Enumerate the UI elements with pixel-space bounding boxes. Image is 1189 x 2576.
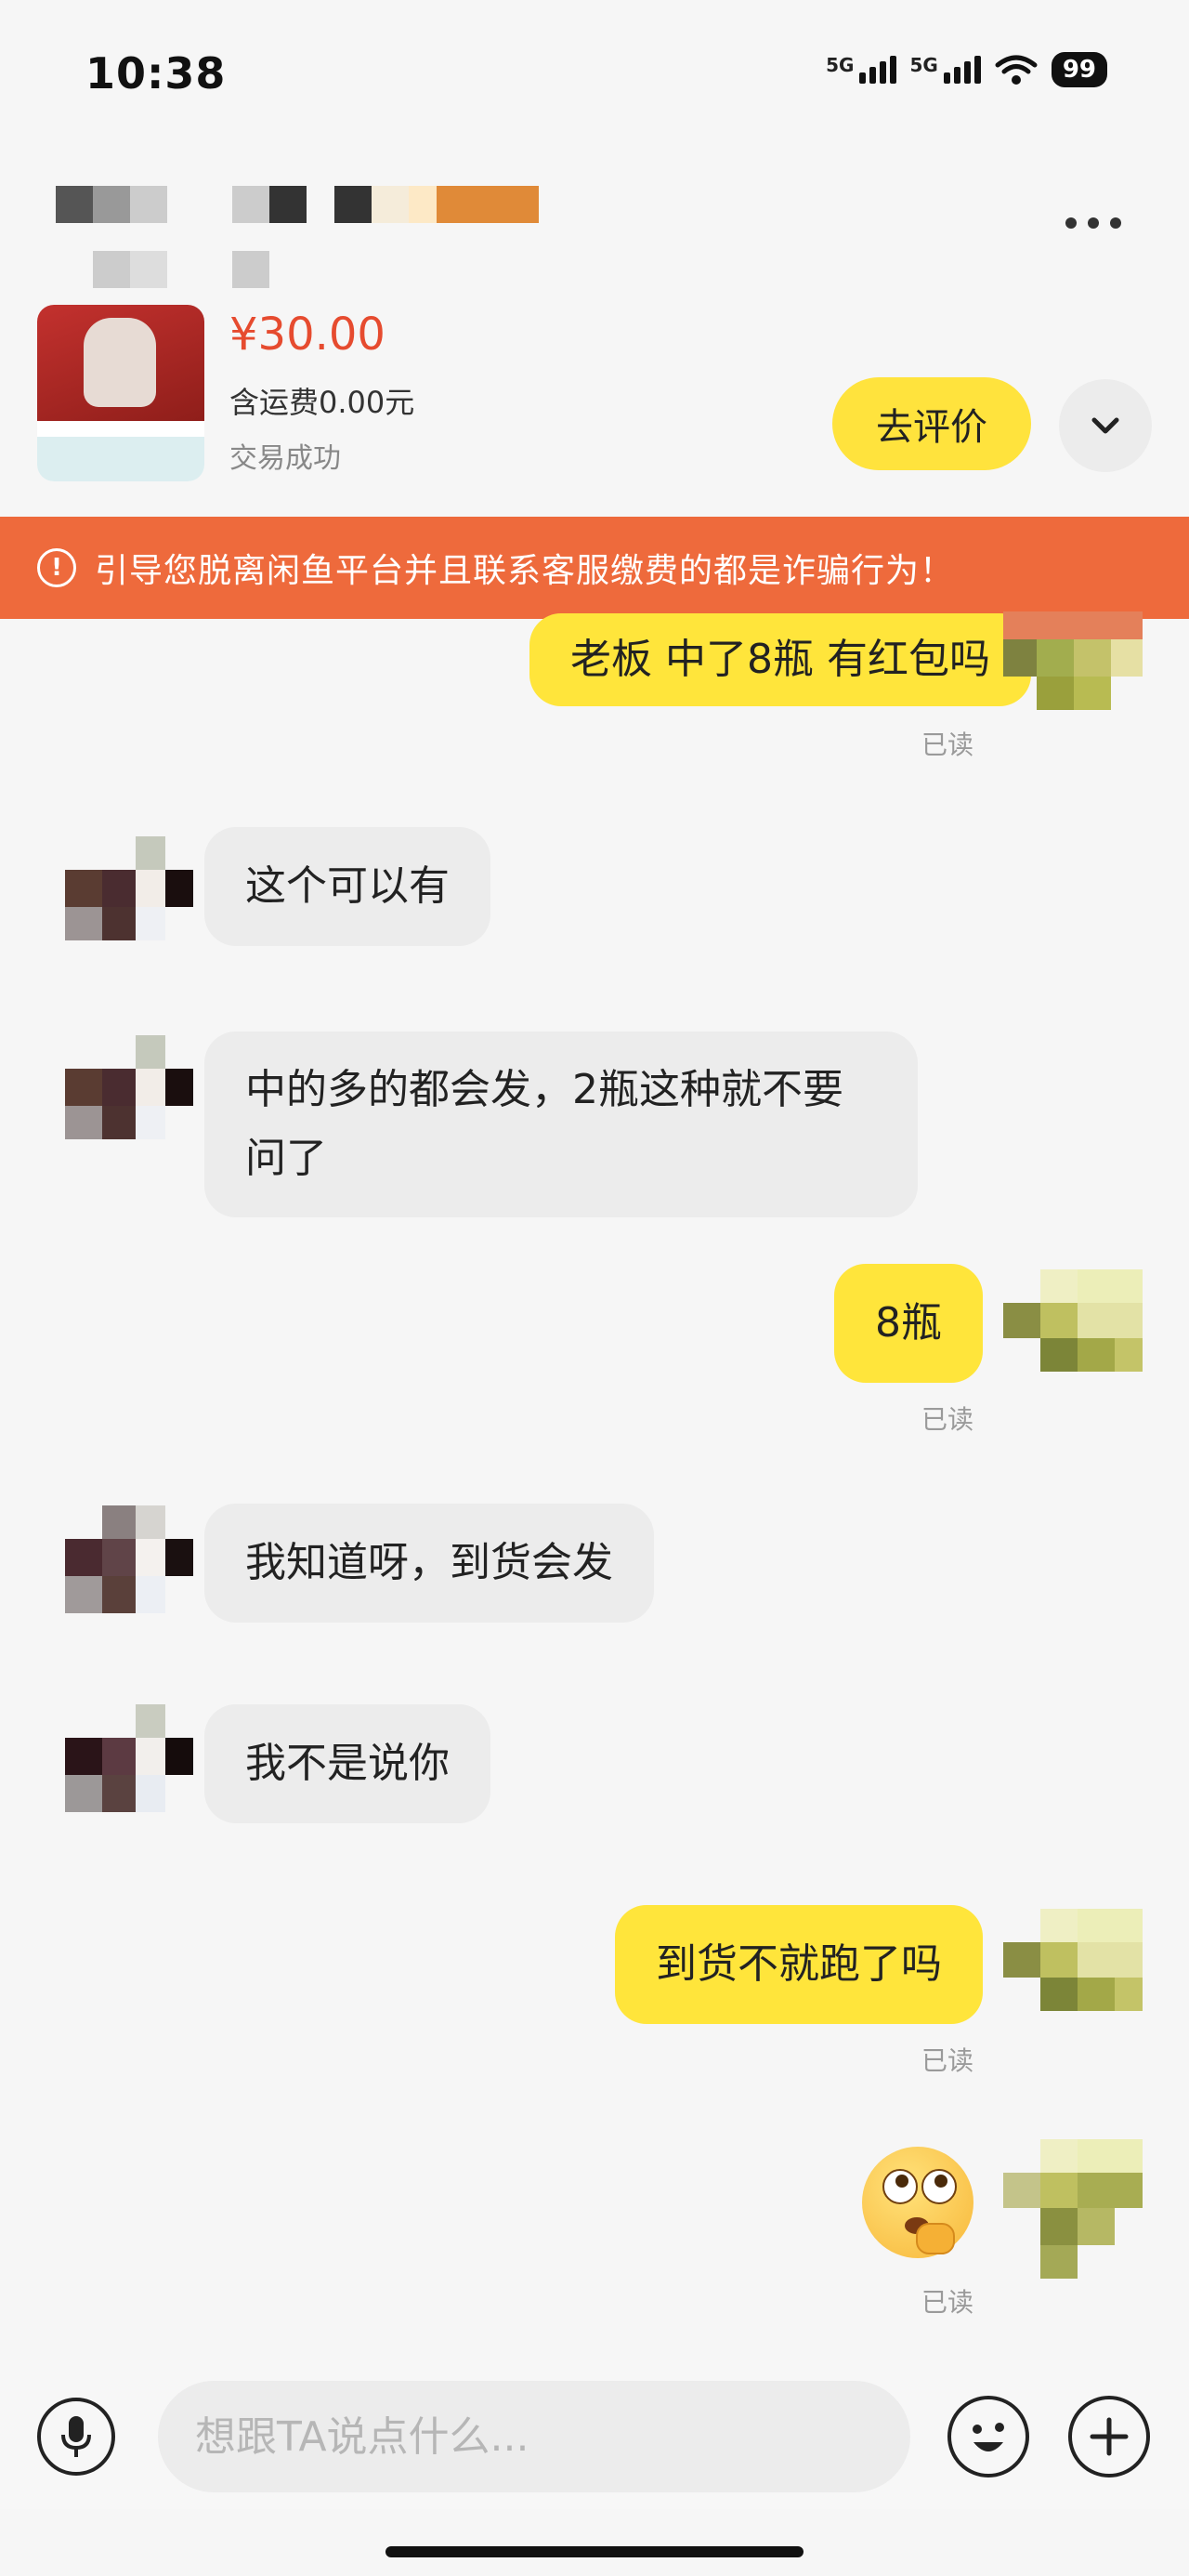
message-input[interactable] xyxy=(158,2381,910,2492)
product-card[interactable]: ¥30.00 含运费0.00元 交易成功 去评价 xyxy=(0,297,1189,520)
status-time: 10:38 xyxy=(85,48,227,99)
status-indicators: 5G 5G 99 xyxy=(826,52,1107,87)
cellular-signal-icon: 5G xyxy=(909,54,981,84)
voice-input-button[interactable] xyxy=(37,2398,115,2476)
trade-status: 交易成功 xyxy=(229,442,341,475)
thinking-face-emoji[interactable] xyxy=(862,2147,973,2258)
plus-icon xyxy=(1090,2417,1129,2456)
read-receipt: 已读 xyxy=(921,1404,974,1435)
microphone-icon xyxy=(61,2416,91,2457)
message-bubble-incoming[interactable]: 这个可以有 xyxy=(204,827,490,946)
emoji-button[interactable] xyxy=(947,2396,1029,2477)
read-receipt: 已读 xyxy=(921,2287,974,2318)
message-input-bar xyxy=(0,2360,1189,2509)
warning-text: 引导您脱离闲鱼平台并且联系客服缴费的都是诈骗行为！ xyxy=(95,552,955,590)
network-type-label: 5G xyxy=(826,54,855,76)
cellular-signal-icon: 5G xyxy=(826,54,897,84)
contact-avatar[interactable] xyxy=(65,1035,204,1147)
battery-indicator: 99 xyxy=(1051,52,1107,87)
more-dots-icon xyxy=(1065,217,1077,229)
contact-avatar[interactable] xyxy=(65,1704,204,1816)
my-avatar[interactable] xyxy=(1003,611,1143,723)
review-button[interactable]: 去评价 xyxy=(832,377,1031,470)
product-price: ¥30.00 xyxy=(229,309,385,361)
message-bubble-outgoing[interactable]: 老板 中了8瓶 有红包吗 xyxy=(529,613,1031,706)
more-options-button[interactable] xyxy=(1052,200,1135,246)
contact-name-redacted xyxy=(56,167,576,288)
product-thumbnail[interactable] xyxy=(37,305,204,481)
message-bubble-outgoing[interactable]: 8瓶 xyxy=(834,1264,983,1383)
read-receipt: 已读 xyxy=(921,2045,974,2076)
status-bar: 10:38 5G 5G 99 xyxy=(0,0,1189,149)
more-actions-button[interactable] xyxy=(1068,2396,1150,2477)
message-bubble-incoming[interactable]: 我知道呀，到货会发 xyxy=(204,1504,654,1623)
shipping-fee: 含运费0.00元 xyxy=(229,385,415,420)
contact-avatar[interactable] xyxy=(65,1505,204,1617)
emoji-icon xyxy=(973,2423,1004,2451)
expand-product-button[interactable] xyxy=(1059,379,1152,472)
message-list[interactable]: 老板 中了8瓶 有红包吗 已读 这个可以有 中的多的都会发，2瓶这种就不要问了 … xyxy=(0,611,1189,2357)
message-bubble-incoming[interactable]: 中的多的都会发，2瓶这种就不要问了 xyxy=(204,1032,918,1217)
read-receipt: 已读 xyxy=(921,729,974,760)
home-indicator[interactable] xyxy=(385,2546,804,2557)
my-avatar[interactable] xyxy=(1003,1909,1143,2020)
wifi-icon xyxy=(995,55,1038,85)
chat-header xyxy=(0,149,1189,307)
exclamation-circle-icon: ! xyxy=(37,548,76,587)
chevron-down-icon xyxy=(1091,417,1119,434)
network-type-label: 5G xyxy=(909,54,938,76)
contact-avatar[interactable] xyxy=(65,836,204,948)
message-bubble-incoming[interactable]: 我不是说你 xyxy=(204,1704,490,1823)
my-avatar[interactable] xyxy=(1003,1269,1143,1381)
fraud-warning-banner: ! 引导您脱离闲鱼平台并且联系客服缴费的都是诈骗行为！ xyxy=(0,517,1189,619)
my-avatar[interactable] xyxy=(1003,2139,1143,2279)
message-bubble-outgoing[interactable]: 到货不就跑了吗 xyxy=(615,1905,983,2024)
